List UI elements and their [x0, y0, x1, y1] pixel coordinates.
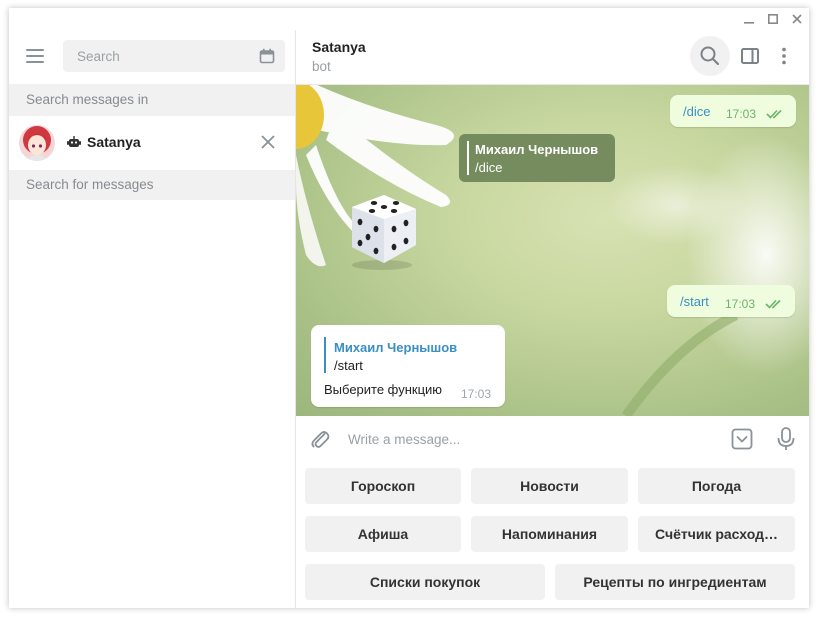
- keyboard-button-poster[interactable]: Афиша: [305, 516, 461, 552]
- chat-status: bot: [312, 59, 331, 74]
- read-check-icon: [766, 109, 782, 119]
- keyboard-button-shopping-lists[interactable]: Списки покупок: [305, 564, 545, 600]
- avatar: [19, 125, 55, 161]
- calendar-icon[interactable]: [259, 48, 275, 64]
- minimize-button[interactable]: [737, 8, 761, 30]
- close-icon[interactable]: [259, 133, 277, 151]
- message-list[interactable]: /dice 17:03 Михаил Чернышов /dice /start…: [296, 85, 809, 416]
- search-input[interactable]: [63, 40, 257, 72]
- message-text: Выберите функцию: [324, 382, 443, 397]
- keyboard-button-reminders[interactable]: Напоминания: [471, 516, 628, 552]
- chat-filter-item[interactable]: Satanya: [9, 116, 295, 170]
- close-icon: [792, 14, 802, 24]
- more-options-button[interactable]: [772, 44, 796, 68]
- message-time: 17:03: [725, 297, 756, 311]
- search-in-text: Search messages in: [26, 92, 149, 107]
- outgoing-message[interactable]: /start 17:03: [667, 285, 795, 317]
- maximize-button[interactable]: [761, 8, 785, 30]
- main-menu-button[interactable]: [23, 44, 47, 68]
- outgoing-message[interactable]: /dice 17:03: [670, 95, 796, 127]
- dice-sticker[interactable]: [342, 189, 422, 271]
- search-for-messages-text: Search for messages: [26, 177, 154, 192]
- search-field[interactable]: [63, 40, 285, 72]
- search-button[interactable]: [690, 36, 730, 76]
- sidebar: Search messages in: [9, 30, 296, 608]
- chat-header: Satanya bot: [296, 30, 809, 85]
- search-for-messages-label: Search for messages: [9, 170, 295, 200]
- search-icon: [700, 46, 720, 66]
- bot-keyboard: Гороскоп Новости Погода Афиша Напоминани…: [296, 462, 809, 608]
- keyboard-button-recipes[interactable]: Рецепты по ингредиентам: [555, 564, 795, 600]
- chat-name: Satanya: [87, 134, 141, 150]
- keyboard-button-expense-counter[interactable]: Счётчик расход…: [638, 516, 795, 552]
- message-time: 17:03: [461, 387, 492, 401]
- message-time: 17:03: [726, 107, 757, 121]
- reply-author[interactable]: Михаил Чернышов: [334, 340, 457, 355]
- reply-bar: [467, 141, 469, 175]
- paperclip-icon[interactable]: [308, 427, 332, 451]
- reply-text: /dice: [475, 160, 503, 175]
- more-vertical-icon: [782, 47, 786, 65]
- keyboard-button-news[interactable]: Новости: [471, 468, 628, 504]
- message-input[interactable]: [340, 424, 726, 454]
- reply-bar: [324, 337, 326, 373]
- side-panel-button[interactable]: [738, 44, 762, 68]
- bot-icon: [67, 136, 81, 147]
- minimize-icon: [744, 22, 754, 24]
- maximize-icon: [768, 14, 778, 24]
- message-text: /start: [680, 294, 709, 309]
- keyboard-button-horoscope[interactable]: Гороскоп: [305, 468, 461, 504]
- reply-text: /start: [334, 358, 363, 373]
- title-bar: [9, 8, 809, 30]
- keyboard-button-weather[interactable]: Погода: [638, 468, 795, 504]
- close-window-button[interactable]: [785, 8, 809, 30]
- incoming-message[interactable]: Михаил Чернышов /start Выберите функцию …: [311, 325, 505, 407]
- sidebar-toggle-icon: [741, 48, 759, 64]
- chat-title[interactable]: Satanya: [312, 39, 366, 55]
- app-window: Search messages in: [9, 8, 809, 608]
- message-text: /dice: [683, 104, 711, 119]
- reply-author: Михаил Чернышов: [475, 142, 599, 157]
- message-composer: [296, 416, 809, 462]
- bot-keyboard-icon[interactable]: [730, 427, 754, 451]
- microphone-icon[interactable]: [774, 426, 798, 452]
- read-check-icon: [765, 299, 781, 309]
- dice-reply-preview[interactable]: Михаил Чернышов /dice: [459, 134, 615, 182]
- search-messages-in-label: Search messages in: [9, 84, 295, 116]
